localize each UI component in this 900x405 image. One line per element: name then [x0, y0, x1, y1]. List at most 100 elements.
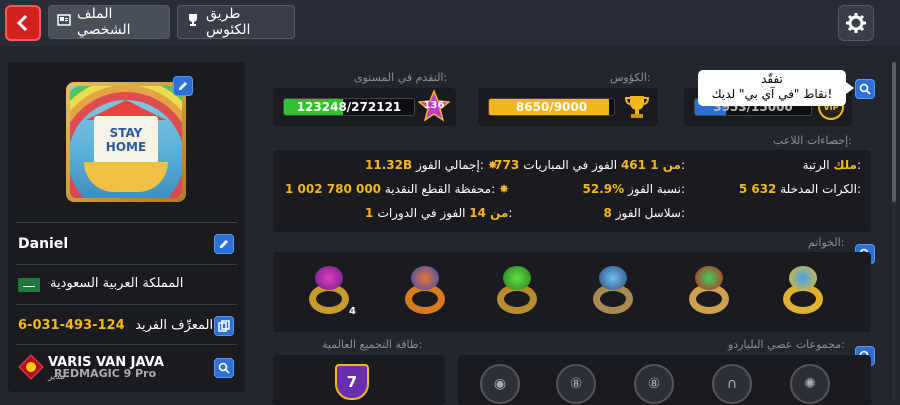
win-rate-label: نسبة الفوز:: [627, 182, 685, 196]
cups-progress-text: 8650/9000: [515, 100, 588, 114]
ring-item[interactable]: [587, 262, 639, 320]
total-wins-value: 11.32B: [365, 158, 413, 172]
back-button[interactable]: [5, 5, 41, 41]
trophy-icon: [624, 96, 650, 118]
gear-icon: [846, 13, 866, 33]
edit-avatar-button[interactable]: [173, 76, 193, 96]
magnifier-icon: [218, 362, 230, 374]
scrollbar[interactable]: [892, 62, 896, 402]
ring-gem: [503, 266, 531, 290]
settings-button[interactable]: [838, 5, 874, 41]
tab-profile-label: الملف الشخصي: [77, 6, 131, 38]
magnifier-icon: [859, 83, 871, 95]
country-name: المملكة العربية السعودية: [50, 276, 184, 291]
device-watermark: REDMAGIC 9 Pro: [54, 367, 157, 380]
cups-progress-bar: 8650/9000: [488, 98, 615, 116]
unique-id-label: المعرِّف الفريد:: [135, 318, 217, 333]
cups-progress-box: 8650/9000: [478, 88, 658, 126]
ring-item[interactable]: 4: [303, 262, 356, 320]
coin-icon: ✸: [498, 182, 509, 196]
vip-tooltip: تفقّد نقاط "في آي بي" لديك!: [698, 70, 854, 106]
eight-ball-icon: ⑧: [647, 376, 661, 392]
unique-id: 6-031-493-124 المعرِّف الفريد:: [18, 318, 217, 333]
avatar-house: STAY HOME: [94, 116, 158, 164]
cue-collection-slot[interactable]: ⑧: [556, 364, 596, 404]
divider: [16, 222, 237, 223]
pocketed-label: الكرات المدخلة:: [780, 182, 861, 196]
profile-card-icon: [57, 13, 71, 31]
divider: [16, 264, 237, 265]
cue-collection-slot[interactable]: ⑧: [634, 364, 674, 404]
stat-win-rate: 52.9% نسبة الفوز:: [583, 182, 685, 196]
tooltip-line-1: تفقّد: [761, 72, 783, 86]
ring-item[interactable]: [491, 262, 543, 320]
stat-coin-wallet: 1 002 780 000 محفظة القطع النقدية: ✸: [285, 182, 509, 196]
card-level-shield[interactable]: 7: [335, 364, 369, 400]
player-stats-panel: ملك الرتبة: 5 632 الكرات المدخلة: 773 من…: [273, 150, 871, 232]
player-name: Daniel: [18, 236, 69, 252]
tab-trophy-label: طريق الكئوس: [206, 6, 251, 38]
saudi-flag-icon: [18, 278, 40, 292]
club-search-button[interactable]: [214, 358, 234, 378]
tooltip-line-2: نقاط "في آي بي" لديك!: [711, 87, 833, 101]
divider: [16, 344, 237, 345]
ring-gem: [789, 266, 817, 290]
horseshoe-icon: ∩: [726, 376, 738, 392]
unique-id-value: 6-031-493-124: [18, 318, 125, 333]
level-progress-box: 123248/272121 136: [273, 88, 456, 126]
trophy-icon: [186, 13, 200, 31]
ring-gem: [695, 266, 723, 290]
stat-rank: ملك الرتبة:: [803, 158, 861, 172]
stat-pocketed: 5 632 الكرات المدخلة:: [739, 182, 861, 196]
card-power-label: طاقة التجميع العالمية:: [322, 338, 423, 351]
cue-collection-slot[interactable]: ∩: [712, 364, 752, 404]
pencil-icon: [220, 240, 228, 248]
coin-burst-icon: ✸: [487, 158, 498, 172]
rank-value: ملك: [833, 158, 857, 172]
streak-value: 8: [603, 206, 612, 220]
ring-count: 4: [349, 306, 356, 317]
level-progress-text: 123248/272121: [296, 100, 402, 114]
rings-panel: 4: [273, 252, 871, 332]
cue-collections-label: مجموعات عصي البلياردو:: [728, 338, 845, 351]
coin-wallet-label: محفظة القطع النقدية:: [384, 182, 496, 196]
player-stats-title: إحصاءات اللاعب:: [773, 134, 852, 147]
cups-label: الكؤوس:: [610, 71, 651, 84]
streak-label: سلاسل الفوز:: [615, 206, 685, 220]
chevron-left-icon: [16, 14, 28, 32]
edit-name-button[interactable]: [214, 234, 234, 254]
stat-matches-won: 773 من 1 461 الفوز في المباريات:: [494, 158, 685, 172]
cue-collection-icon: ◉: [493, 376, 507, 392]
club-logo-icon: [18, 354, 44, 384]
avatar-image: STAY HOME: [70, 86, 182, 198]
stat-tournaments: 1 من 14 الفوز في الدورات:: [365, 206, 512, 220]
avatar-text-stay: STAY: [109, 126, 143, 140]
pocketed-value: 5 632: [738, 182, 777, 196]
stat-win-streak: 8 سلاسل الفوز:: [604, 206, 685, 220]
copy-id-button[interactable]: [214, 316, 234, 336]
vip-info-button[interactable]: [855, 79, 875, 99]
avatar-text-home: HOME: [105, 140, 147, 154]
total-wins-label: إجمالي الفوز:: [415, 158, 484, 172]
tab-trophy-road[interactable]: طريق الكئوس: [177, 5, 295, 39]
stat-total-wins: 11.32B إجمالي الفوز: ✸: [365, 158, 498, 172]
level-number: 136: [423, 100, 445, 111]
avatar[interactable]: STAY HOME: [66, 82, 186, 202]
ring-item[interactable]: [399, 262, 451, 320]
scrollbar-thumb[interactable]: [892, 62, 896, 202]
ring-gem: [411, 266, 439, 290]
ring-gem: [599, 266, 627, 290]
rings-title: الخواتم:: [808, 236, 845, 249]
profile-panel: STAY HOME Daniel المملكة العربية السعودي…: [8, 62, 245, 392]
cue-collection-slot[interactable]: ◉: [480, 364, 520, 404]
pencil-icon: [179, 82, 187, 90]
ring-item[interactable]: [777, 262, 829, 320]
ring-item[interactable]: [683, 262, 735, 320]
coin-wallet-value: 1 002 780 000: [285, 182, 382, 196]
top-bar: الملف الشخصي طريق الكئوس: [0, 0, 900, 46]
tab-profile[interactable]: الملف الشخصي: [48, 5, 170, 39]
sunburst-icon: ✺: [804, 376, 816, 392]
level-progress-label: التقدم في المستوى:: [354, 71, 448, 84]
eight-ball-icon: ⑧: [569, 376, 583, 392]
cue-collection-slot[interactable]: ✺: [790, 364, 830, 404]
